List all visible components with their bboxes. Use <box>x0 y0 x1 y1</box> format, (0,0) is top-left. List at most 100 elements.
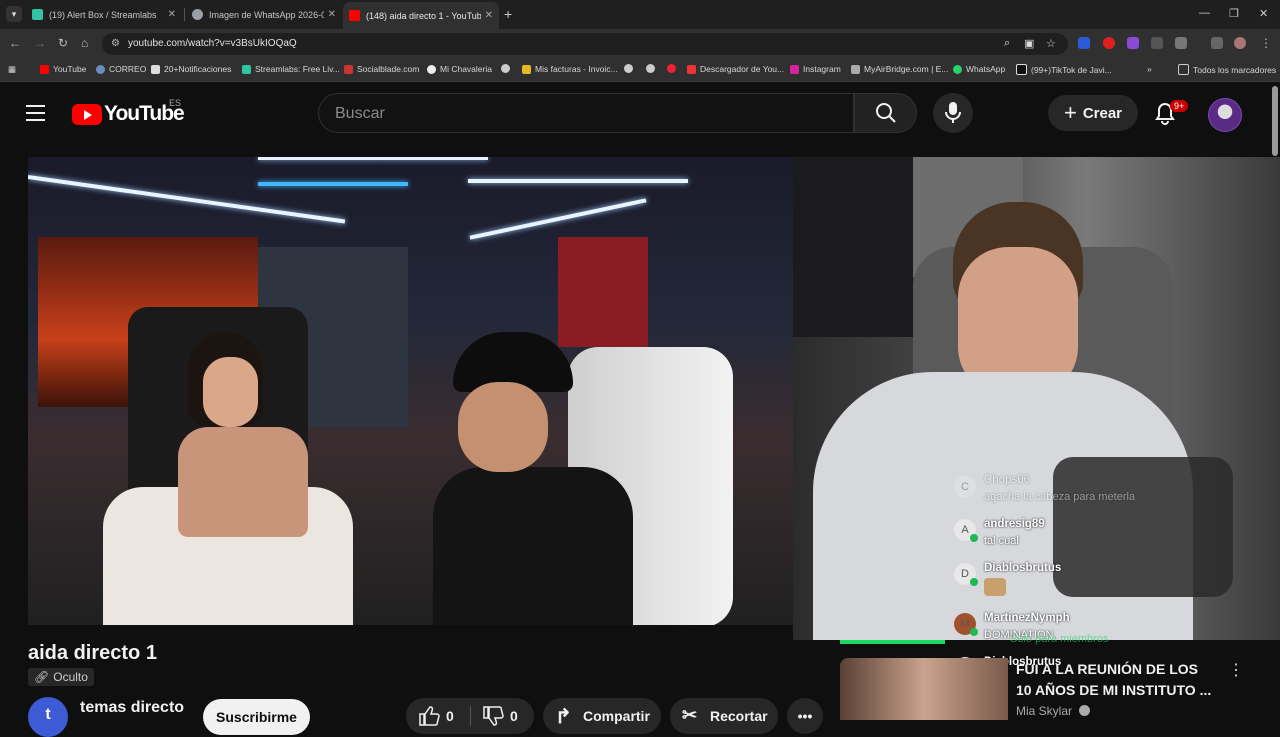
kebab-menu-icon[interactable]: ⋮ <box>1260 36 1272 50</box>
share-button[interactable]: ↱ Compartir <box>543 698 661 734</box>
link-icon: 🔗︎ <box>34 670 50 684</box>
scissors-icon: ✂ <box>682 705 698 725</box>
bookmark-notifications[interactable]: 20+Notificaciones <box>151 64 231 74</box>
bookmark-chavaleria[interactable]: Mi Chavaleria <box>427 64 492 74</box>
like-dislike-group: 0 0 <box>406 698 534 734</box>
menu-icon[interactable] <box>26 105 45 121</box>
bookmark-label: WhatsApp <box>966 64 1006 74</box>
bookmark-label: (99+)TikTok de Javi... <box>1031 64 1112 75</box>
bookmark-whatsapp[interactable]: WhatsApp <box>953 64 1005 74</box>
voice-search-button[interactable] <box>933 93 973 133</box>
notification-badge: 9+ <box>1170 100 1189 112</box>
youtube-logo-icon[interactable] <box>72 104 102 125</box>
globe-icon[interactable] <box>501 64 514 73</box>
suggestion-channel-name: Mia Skylar <box>1016 704 1073 718</box>
reload-icon[interactable]: ↻ <box>58 36 68 50</box>
search-button[interactable] <box>854 93 917 133</box>
extension-icon[interactable] <box>1151 37 1163 49</box>
new-tab-icon[interactable]: + <box>504 6 512 22</box>
create-button[interactable]: + Crear <box>1048 95 1138 131</box>
all-bookmarks[interactable]: Todos los marcadores <box>1178 64 1276 75</box>
suggestion-channel[interactable]: Mia Skylar <box>1016 704 1091 718</box>
tab-whatsapp-image[interactable]: Imagen de WhatsApp 2026-01 ✕ <box>186 4 342 25</box>
minimize-icon[interactable]: — <box>1199 7 1210 19</box>
privacy-label: Oculto <box>53 670 88 684</box>
zoom-icon[interactable]: ⌕ <box>1004 37 1010 50</box>
tab-search-icon[interactable]: ▾ <box>6 6 22 22</box>
back-icon[interactable]: ← <box>9 36 21 50</box>
search-input[interactable] <box>333 104 817 124</box>
profile-icon[interactable] <box>1234 37 1246 49</box>
create-label: Crear <box>1082 104 1123 122</box>
reading-list-icon[interactable] <box>1211 37 1223 49</box>
suggestion-title[interactable]: FUI A LA REUNIÓN DE LOS 10 AÑOS DE MI IN… <box>1016 659 1216 701</box>
site-info-icon[interactable]: ⚙ <box>111 38 120 49</box>
window-close-icon[interactable]: ✕ <box>1259 7 1268 20</box>
chart-icon <box>344 64 353 74</box>
bookmark-red[interactable] <box>667 64 680 73</box>
more-bookmarks-icon[interactable]: » <box>1147 64 1152 74</box>
tab-divider <box>184 8 185 21</box>
close-icon[interactable]: ✕ <box>328 9 336 20</box>
neon-light <box>258 157 488 160</box>
dislike-count: 0 <box>510 708 518 724</box>
chat-username: Chops06 <box>984 474 1031 486</box>
bookmark-youtube[interactable]: YouTube <box>40 64 86 74</box>
bookmark-tiktok[interactable]: (99+)TikTok de Javi... <box>1016 64 1112 75</box>
thumbs-up-icon <box>419 706 440 726</box>
bookmark-facturas[interactable]: Mis facturas - Invoic... <box>522 64 618 74</box>
globe-icon[interactable] <box>624 64 637 73</box>
cast-icon[interactable]: ▣ <box>1024 37 1034 50</box>
country-code: ES <box>169 98 182 108</box>
forward-icon[interactable]: → <box>34 36 46 50</box>
extension-icon[interactable] <box>1127 37 1139 49</box>
person-face <box>203 357 258 427</box>
like-button[interactable] <box>418 705 440 730</box>
clip-button[interactable]: ✂ Recortar <box>670 698 778 734</box>
channel-name[interactable]: temas directo <box>80 699 184 717</box>
bookmark-star-icon[interactable]: ☆ <box>1046 37 1056 50</box>
bookmark-label: Streamlabs: Free Liv... <box>255 64 340 74</box>
globe-icon[interactable] <box>646 64 659 73</box>
apps-grid-icon[interactable]: ▦ <box>8 64 16 75</box>
extension-icon[interactable] <box>1078 37 1090 49</box>
close-icon[interactable]: ✕ <box>168 9 176 20</box>
search-box[interactable] <box>318 93 854 133</box>
bookmark-socialblade[interactable]: Socialblade.com <box>344 64 419 74</box>
bookmark-streamlabs[interactable]: Streamlabs: Free Liv... <box>242 64 340 74</box>
bookmark-label: MyAirBridge.com | E... <box>864 64 949 74</box>
bookmark-myairbridge[interactable]: MyAirBridge.com | E... <box>851 64 948 74</box>
suggestion-menu-icon[interactable]: ⋮ <box>1228 660 1244 680</box>
room-shelf <box>793 157 913 337</box>
video-player[interactable] <box>28 157 793 625</box>
page-scrollbar[interactable] <box>1272 86 1278 156</box>
bookmark-descargador[interactable]: Descargador de You... <box>687 64 784 74</box>
search-icon <box>876 103 896 123</box>
dislike-button[interactable] <box>482 705 504 730</box>
extension-icon[interactable] <box>1103 37 1115 49</box>
cloud-icon <box>851 64 860 74</box>
subscribe-button[interactable]: Suscribirme <box>203 699 310 735</box>
tab-streamlabs[interactable]: (19) Alert Box / Streamlabs ✕ <box>26 4 182 25</box>
suggestion-thumbnail[interactable] <box>840 658 1008 720</box>
bookmark-instagram[interactable]: Instagram <box>790 64 841 74</box>
home-icon[interactable]: ⌂ <box>81 36 88 50</box>
microphone-icon <box>945 102 961 123</box>
clip-label: Recortar <box>710 708 768 724</box>
bookmark-correo[interactable]: CORREO <box>96 64 146 74</box>
member-badge-icon <box>970 578 978 586</box>
plus-icon: + <box>1063 100 1077 125</box>
extensions-puzzle-icon[interactable] <box>1175 37 1187 49</box>
avatar[interactable] <box>1208 98 1242 132</box>
address-bar[interactable]: ⚙ youtube.com/watch?v=v3BsUkIOQaQ ⌕ ▣ ☆ <box>102 33 1068 55</box>
bookmark-label: CORREO <box>109 64 147 74</box>
bookmark-label: Mi Chavaleria <box>440 64 492 74</box>
maximize-icon[interactable]: ❐ <box>1229 7 1239 20</box>
close-icon[interactable]: ✕ <box>485 10 493 21</box>
tab-youtube-active[interactable]: (148) aida directo 1 - YouTube ✕ <box>343 2 499 29</box>
member-badge-icon <box>970 628 978 636</box>
more-actions-button[interactable]: ••• <box>787 698 823 734</box>
bookmark-label: Mis facturas - Invoic... <box>535 64 618 74</box>
emote-icon <box>984 578 1006 596</box>
channel-avatar[interactable]: t <box>28 697 68 737</box>
